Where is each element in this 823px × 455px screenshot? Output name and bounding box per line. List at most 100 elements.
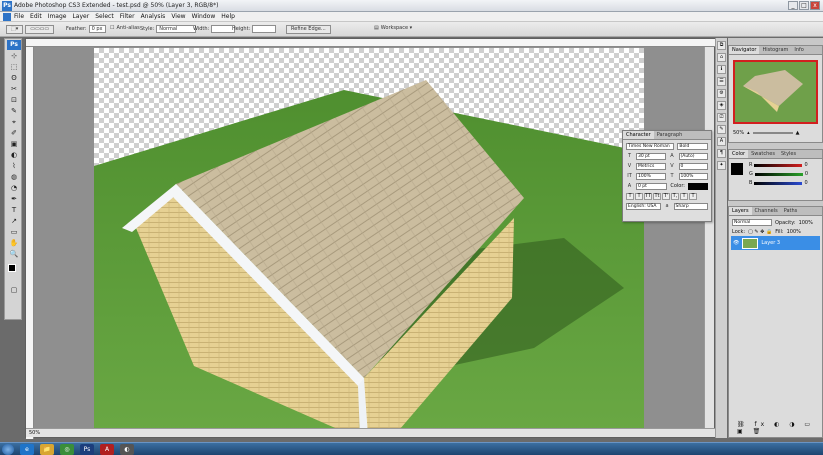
small-caps-button[interactable]: Tt — [653, 193, 661, 200]
tab-info[interactable]: Info — [791, 46, 806, 54]
channel-b-slider[interactable] — [754, 181, 803, 185]
visibility-eye-icon[interactable]: 👁 — [733, 240, 739, 246]
tab-character[interactable]: Character — [623, 131, 654, 139]
menu-layer[interactable]: Layer — [72, 13, 89, 20]
taskbar-explorer-icon[interactable]: 📁 — [40, 444, 54, 455]
foreground-color-swatch[interactable] — [8, 264, 16, 272]
history-brush-icon[interactable]: ▣ — [7, 139, 21, 149]
dock-paragraph-icon[interactable]: ¶ — [717, 149, 726, 158]
kerning-input[interactable]: Metrics — [636, 163, 666, 170]
menu-window[interactable]: Window — [192, 13, 216, 20]
zoom-tool-icon[interactable]: 🔍 — [7, 249, 21, 259]
font-size-input[interactable]: 30 pt — [636, 153, 666, 160]
move-tool-icon[interactable]: ⊹ — [7, 51, 21, 61]
style-select[interactable]: Normal — [156, 25, 197, 33]
channel-r-slider[interactable] — [754, 163, 803, 167]
font-family-select[interactable]: Times New Roman — [626, 143, 675, 150]
opacity-value[interactable]: 100% — [799, 220, 813, 226]
marquee-tool-preset[interactable]: ⬚▾ ▭▭▭▭ — [6, 25, 55, 34]
layers-footer-icons[interactable]: ⛓ fx ◐ ◑ ▭ ▣ 🗑 — [737, 421, 822, 435]
pen-tool-icon[interactable]: ✒ — [7, 194, 21, 204]
text-color-swatch[interactable] — [688, 183, 708, 190]
workspace-button[interactable]: Workspace ▾ — [381, 25, 412, 31]
hand-tool-icon[interactable]: ✋ — [7, 238, 21, 248]
channel-g-slider[interactable] — [754, 172, 803, 176]
leading-input[interactable]: (Auto) — [678, 153, 708, 160]
healing-tool-icon[interactable]: ⌖ — [7, 117, 21, 127]
menu-help[interactable]: Help — [221, 13, 235, 20]
menu-analysis[interactable]: Analysis — [141, 13, 166, 20]
eraser-tool-icon[interactable]: ◐ — [7, 150, 21, 160]
tab-navigator[interactable]: Navigator — [729, 46, 760, 54]
brush-tool-icon[interactable]: ✎ — [7, 106, 21, 116]
taskbar-ie-icon[interactable]: e — [20, 444, 34, 455]
color-preview-swatch[interactable] — [731, 163, 743, 175]
dock-history-icon[interactable]: ⌂ — [717, 53, 726, 62]
vertical-scale-input[interactable]: 100% — [636, 173, 666, 180]
slice-tool-icon[interactable]: ⊡ — [7, 95, 21, 105]
antialias-checkbox[interactable]: ☐ — [110, 25, 114, 31]
tab-paths[interactable]: Paths — [781, 207, 801, 215]
menu-file[interactable]: File — [14, 13, 24, 20]
taskbar-acrobat-icon[interactable]: A — [100, 444, 114, 455]
superscript-button[interactable]: T' — [662, 193, 670, 200]
dock-actions-icon[interactable]: ☰ — [717, 77, 726, 86]
menu-image[interactable]: Image — [48, 13, 67, 20]
blend-mode-select[interactable]: Normal — [732, 219, 772, 226]
path-select-icon[interactable]: ↗ — [7, 216, 21, 226]
dock-clone-icon[interactable]: ◈ — [717, 101, 726, 110]
lock-icons[interactable]: ▢ ✎ ✥ 🔒 — [748, 229, 772, 235]
workspace-icon[interactable]: ▤ — [374, 25, 379, 31]
strikethrough-button[interactable]: T — [689, 193, 697, 200]
dock-layer-comps-icon[interactable]: ⎚ — [717, 113, 726, 122]
lasso-tool-icon[interactable]: ʘ — [7, 73, 21, 83]
type-tool-icon[interactable]: T — [7, 205, 21, 215]
vertical-scrollbar[interactable] — [704, 47, 714, 429]
menu-filter[interactable]: Filter — [120, 13, 135, 20]
dock-arrange-icon[interactable]: ⧉ — [717, 41, 726, 50]
height-input[interactable] — [252, 25, 277, 33]
maximize-button[interactable]: □ — [799, 1, 809, 10]
refine-edge-button[interactable]: Refine Edge... — [286, 25, 331, 34]
taskbar-photoshop-icon[interactable]: Ps — [80, 444, 94, 455]
layer-row[interactable]: 👁 Layer 3 — [731, 236, 820, 250]
crop-tool-icon[interactable]: ✂ — [7, 84, 21, 94]
tab-histogram[interactable]: Histogram — [759, 46, 791, 54]
zoom-percent[interactable]: 50% — [733, 130, 744, 136]
channel-b-value[interactable]: 0 — [804, 180, 807, 186]
image-canvas[interactable] — [94, 48, 644, 436]
tab-styles[interactable]: Styles — [778, 150, 799, 158]
dock-styles-icon[interactable]: ✦ — [717, 161, 726, 170]
taskbar-chrome-icon[interactable]: ◎ — [60, 444, 74, 455]
antialias-select[interactable]: Sharp — [673, 203, 708, 210]
dock-tool-presets-icon[interactable]: ⚙ — [717, 89, 726, 98]
tab-layers[interactable]: Layers — [729, 207, 752, 215]
stamp-tool-icon[interactable]: ✐ — [7, 128, 21, 138]
blur-tool-icon[interactable]: ◍ — [7, 172, 21, 182]
menu-select[interactable]: Select — [95, 13, 114, 20]
menu-edit[interactable]: Edit — [30, 13, 42, 20]
faux-italic-button[interactable]: T — [635, 193, 643, 200]
start-button[interactable] — [2, 444, 14, 455]
gradient-tool-icon[interactable]: ⌇ — [7, 161, 21, 171]
dodge-tool-icon[interactable]: ◔ — [7, 183, 21, 193]
language-select[interactable]: English: USA — [626, 203, 661, 210]
close-button[interactable]: x — [810, 1, 820, 10]
all-caps-button[interactable]: TT — [644, 193, 652, 200]
tab-paragraph[interactable]: Paragraph — [654, 131, 686, 139]
tab-color[interactable]: Color — [729, 150, 749, 158]
underline-button[interactable]: T — [680, 193, 688, 200]
tab-swatches[interactable]: Swatches — [748, 150, 778, 158]
app-menu-icon[interactable] — [3, 13, 11, 21]
taskbar-app-icon[interactable]: ◐ — [120, 444, 134, 455]
dock-brushes-icon[interactable]: ✎ — [717, 125, 726, 134]
minimize-button[interactable]: _ — [788, 1, 798, 10]
tracking-input[interactable]: 0 — [678, 163, 708, 170]
status-zoom[interactable]: 50% — [29, 430, 40, 436]
fill-value[interactable]: 100% — [787, 229, 801, 235]
shape-tool-icon[interactable]: ▭ — [7, 227, 21, 237]
zoom-out-icon[interactable]: ▴ — [747, 130, 750, 136]
dock-info-icon[interactable]: ℹ — [717, 65, 726, 74]
channel-g-value[interactable]: 0 — [805, 171, 808, 177]
feather-input[interactable]: 0 px — [88, 25, 106, 33]
